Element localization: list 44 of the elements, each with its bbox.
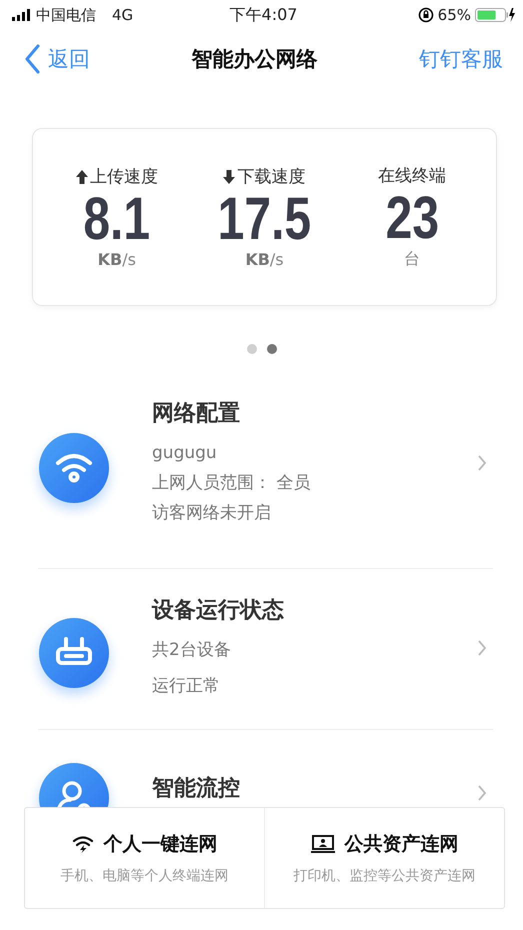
stat-value: 17.5 — [218, 188, 312, 250]
item-detail: 共2台设备 — [152, 639, 232, 662]
network-type: 4G — [112, 6, 134, 24]
stat-unit: KB/s — [98, 250, 136, 269]
item-detail: 上网人员范围： 全员 — [152, 472, 312, 495]
item-detail: 运行正常 — [152, 675, 221, 698]
carrier: 中国电信 — [36, 6, 96, 24]
connect-subtitle: 打印机、监控等公共资产连网 — [294, 867, 476, 885]
chevron-right-icon — [477, 454, 487, 472]
icon-circle — [38, 617, 110, 689]
stat-unit: KB/s — [245, 250, 284, 269]
clock: 下午4:07 — [230, 4, 298, 26]
connect-button[interactable]: 公共资产连网 打印机、监控等公共资产连网 — [264, 808, 504, 908]
chevron-right-icon — [477, 784, 487, 802]
icon-circle — [38, 432, 110, 504]
item-title: 网络配置 — [152, 400, 241, 428]
arrow-down-icon — [223, 170, 236, 184]
stat-label: 在线终端 — [378, 165, 446, 187]
battery-percent: 65% — [438, 6, 471, 24]
connect-subtitle: 手机、电脑等个人终端连网 — [60, 867, 228, 885]
item-detail: gugugu — [152, 442, 218, 465]
chevron-right-icon — [477, 639, 487, 657]
stat-value: 8.1 — [83, 188, 150, 250]
connect-button[interactable]: 个人一键连网 手机、电脑等个人终端连网 — [25, 808, 264, 908]
list-item[interactable]: 网络配置 gugugu 上网人员范围： 全员 访客网络未开启 — [38, 380, 493, 569]
page-title: 智能办公网络 — [192, 46, 318, 73]
arrow-up-icon — [76, 170, 88, 184]
list-item[interactable]: 设备运行状态 共2台设备 运行正常 — [38, 569, 493, 730]
monitor-person-icon — [310, 835, 334, 853]
rotation-lock-icon — [418, 7, 434, 23]
stat-label: 上传速度 — [90, 166, 158, 188]
connect-title: 公共资产连网 — [344, 832, 458, 857]
chevron-left-icon — [24, 44, 40, 74]
stat-label: 下载速度 — [237, 166, 306, 188]
connect-title: 个人一键连网 — [104, 832, 218, 857]
signal-icon — [12, 9, 32, 21]
list-item[interactable]: 智能流控 — [38, 730, 493, 807]
item-title: 设备运行状态 — [152, 597, 285, 625]
wifi-bolt-icon — [72, 835, 94, 853]
stat-unit: 台 — [404, 249, 420, 270]
stat-value: 23 — [385, 187, 439, 249]
battery-charging-icon — [475, 7, 515, 23]
item-title: 智能流控 — [152, 774, 241, 803]
item-detail: 访客网络未开启 — [152, 502, 272, 525]
